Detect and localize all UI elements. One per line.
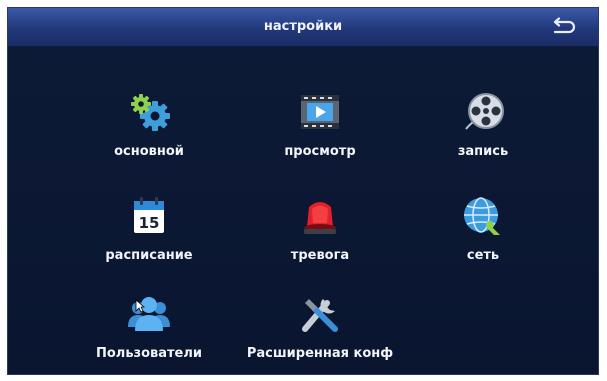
film-reel-icon bbox=[460, 89, 506, 135]
title-bar: настройки bbox=[8, 8, 598, 47]
menu-item-network[interactable]: сеть bbox=[408, 193, 558, 283]
film-play-icon bbox=[297, 89, 343, 135]
alarm-siren-icon bbox=[297, 193, 343, 239]
menu-item-label: сеть bbox=[466, 248, 500, 263]
calendar-icon: 15 bbox=[126, 193, 172, 239]
menu-item-label: Расширенная конф bbox=[246, 346, 394, 361]
window-title: настройки bbox=[263, 19, 343, 34]
menu-item-label: расписание bbox=[105, 248, 193, 263]
menu-item-advanced[interactable]: Расширенная конф bbox=[234, 291, 406, 374]
menu-item-basic[interactable]: основной bbox=[74, 89, 224, 179]
back-button[interactable] bbox=[550, 17, 576, 37]
menu-item-users[interactable]: Пользователи bbox=[74, 291, 224, 374]
menu-item-label: просмотр bbox=[284, 144, 356, 159]
gears-icon bbox=[126, 89, 172, 135]
menu-item-label: запись bbox=[457, 144, 509, 159]
menu-item-label: основной bbox=[114, 144, 184, 159]
menu-item-alarm[interactable]: тревога bbox=[245, 193, 395, 283]
menu-item-label: Пользователи bbox=[95, 346, 203, 361]
return-arrow-icon bbox=[553, 17, 576, 34]
mouse-cursor-icon bbox=[135, 299, 145, 313]
tools-icon bbox=[297, 291, 343, 337]
globe-network-icon bbox=[460, 193, 506, 239]
menu-item-playback[interactable]: просмотр bbox=[245, 89, 395, 179]
settings-grid: основной просмотр запись 15 расписание т… bbox=[8, 47, 598, 374]
users-icon bbox=[126, 291, 172, 337]
calendar-day: 15 bbox=[139, 214, 160, 232]
menu-item-label: тревога bbox=[290, 248, 350, 263]
settings-window: настройки основной просмотр запись 15 ра… bbox=[7, 7, 599, 375]
menu-item-record[interactable]: запись bbox=[408, 89, 558, 179]
menu-item-schedule[interactable]: 15 расписание bbox=[74, 193, 224, 283]
